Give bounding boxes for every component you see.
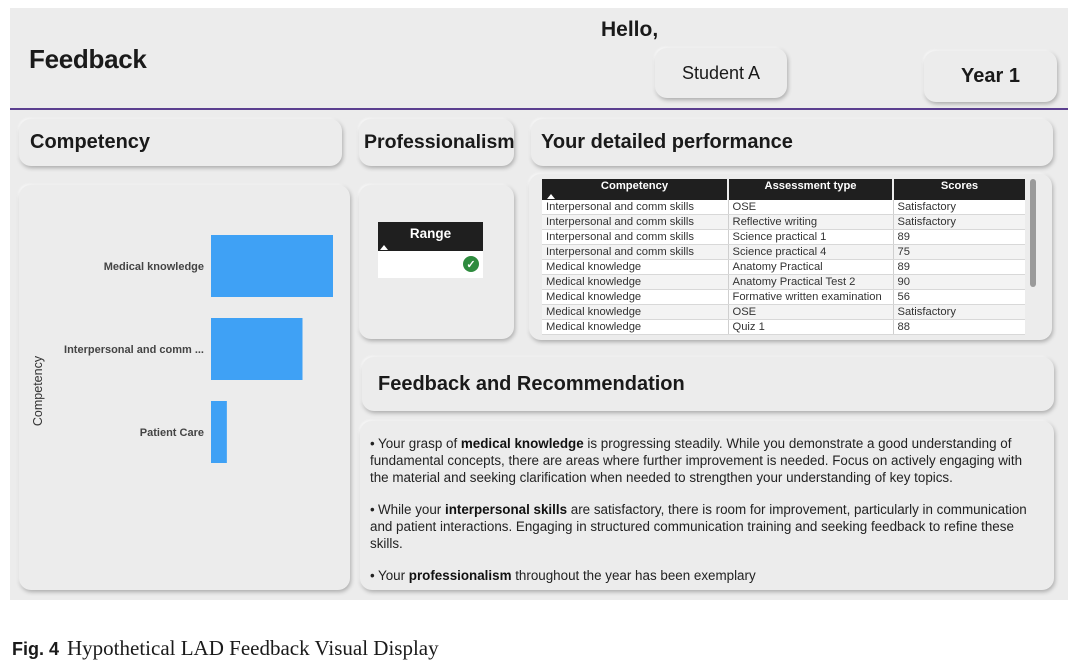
check-circle-icon: ✓ — [463, 256, 479, 272]
cell-score: Satisfactory — [893, 304, 1025, 320]
range-value-cell: ✓ — [378, 251, 483, 278]
cell-assessment-type: Anatomy Practical Test 2 — [728, 274, 894, 290]
cell-assessment-type: Science practical 1 — [728, 229, 894, 245]
cell-score: 56 — [893, 289, 1025, 305]
cell-score: 90 — [893, 274, 1025, 290]
cell-competency: Interpersonal and comm skills — [542, 229, 729, 245]
column-header-competency[interactable]: Competency — [542, 179, 729, 200]
cell-score: Satisfactory — [893, 200, 1025, 215]
feedback-item: • Your professionalism throughout the yea… — [370, 568, 756, 583]
table-row[interactable]: Medical knowledge Quiz 1 88 — [542, 319, 1025, 335]
range-header-label: Range — [409, 226, 452, 241]
cell-score: 89 — [893, 259, 1025, 275]
performance-table-card: Competency Assessment type Scores Interp… — [529, 174, 1052, 340]
cell-competency: Medical knowledge — [542, 274, 729, 290]
professionalism-card: Range ✓ — [359, 185, 514, 339]
feedback-section-title: Feedback and Recommendation — [362, 357, 1054, 411]
cell-score: 89 — [893, 229, 1025, 245]
cell-assessment-type: OSE — [728, 200, 894, 215]
sort-ascending-icon[interactable] — [547, 194, 555, 199]
category-tick-label: Medical knowledge — [104, 261, 204, 273]
table-row[interactable]: Medical knowledge Formative written exami… — [542, 289, 1025, 305]
cell-assessment-type: OSE — [728, 304, 894, 320]
cell-score: 88 — [893, 319, 1025, 335]
competency-bar-chart: Competency Medical knowledge Interpersonal… — [31, 235, 333, 463]
header-divider — [10, 108, 1068, 110]
cell-competency: Medical knowledge — [542, 304, 729, 320]
greeting: Hello, — [601, 18, 659, 41]
cell-score: Satisfactory — [893, 214, 1025, 230]
table-row[interactable]: Medical knowledge OSE Satisfactory — [542, 304, 1025, 320]
cell-competency: Medical knowledge — [542, 259, 729, 275]
table-row[interactable]: Interpersonal and comm skills Reflective … — [542, 214, 1025, 230]
performance-section-title: Your detailed performance — [531, 119, 1053, 166]
column-header-assessment-type[interactable]: Assessment type — [728, 179, 894, 200]
page-title: Feedback — [29, 44, 147, 74]
bullet-icon: • — [370, 502, 375, 517]
bullet-icon: • — [370, 568, 375, 583]
cell-competency: Medical knowledge — [542, 319, 729, 335]
table-row[interactable]: Interpersonal and comm skills OSE Satisfac… — [542, 200, 1025, 215]
column-header-scores[interactable]: Scores — [893, 179, 1025, 200]
figure-label: Fig. 4 — [12, 639, 60, 659]
cell-competency: Interpersonal and comm skills — [542, 200, 729, 215]
cell-competency: Medical knowledge — [542, 289, 729, 305]
student-button[interactable]: Student A — [655, 48, 787, 98]
cell-assessment-type: Reflective writing — [728, 214, 894, 230]
table-row[interactable]: Interpersonal and comm skills Science pra… — [542, 229, 1025, 245]
feedback-card: • Your grasp of medical knowledge is prog… — [360, 421, 1054, 590]
category-tick-label: Patient Care — [140, 427, 204, 439]
feedback-item: • Your grasp of medical knowledge is prog… — [370, 436, 1023, 485]
cell-assessment-type: Formative written examination — [728, 289, 894, 305]
cell-competency: Interpersonal and comm skills — [542, 214, 729, 230]
cell-assessment-type: Quiz 1 — [728, 319, 894, 335]
bullet-icon: • — [370, 436, 375, 451]
year-button[interactable]: Year 1 — [924, 51, 1057, 102]
table-row[interactable]: Medical knowledge Anatomy Practical Test … — [542, 274, 1025, 290]
range-header[interactable]: Range — [378, 222, 483, 251]
cell-competency: Interpersonal and comm skills — [542, 244, 729, 260]
chart-bar[interactable] — [211, 401, 227, 463]
chart-bar[interactable] — [211, 235, 333, 297]
competency-section-title: Competency — [19, 119, 342, 166]
cell-assessment-type: Science practical 4 — [728, 244, 894, 260]
table-row[interactable]: Interpersonal and comm skills Science pra… — [542, 244, 1025, 260]
feedback-item: • While your interpersonal skills are sat… — [370, 502, 1027, 551]
sort-ascending-icon[interactable] — [380, 245, 388, 250]
cell-assessment-type: Anatomy Practical — [728, 259, 894, 275]
performance-table: Competency Assessment type Scores Interp… — [542, 179, 1025, 335]
figure-caption-text: Hypothetical LAD Feedback Visual Display — [67, 636, 439, 660]
professionalism-section-title: Professionalism — [359, 119, 515, 166]
category-tick-label: Interpersonal and comm ... — [64, 344, 204, 356]
chart-bar[interactable] — [211, 318, 303, 380]
table-scrollbar[interactable] — [1030, 179, 1036, 287]
cell-score: 75 — [893, 244, 1025, 260]
table-row[interactable]: Medical knowledge Anatomy Practical 89 — [542, 259, 1025, 275]
figure-caption: Fig. 4 Hypothetical LAD Feedback Visual D… — [12, 636, 439, 661]
competency-chart-card: Competency Medical knowledge Interpersonal… — [19, 185, 350, 590]
y-axis-label: Competency — [31, 355, 45, 426]
